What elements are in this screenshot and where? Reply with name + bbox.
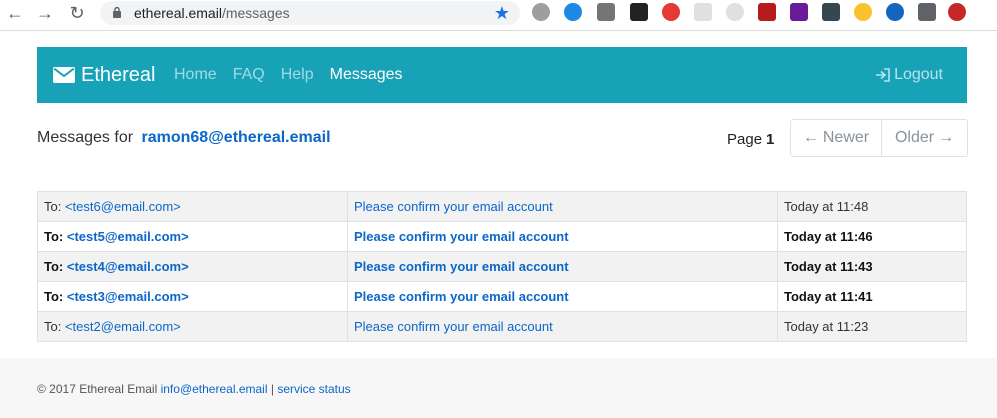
time-cell: Today at 11:43 xyxy=(777,251,967,282)
brand-name: Ethereal xyxy=(81,63,156,86)
subject-cell: Please confirm your email account xyxy=(347,191,778,222)
to-label: To: xyxy=(44,229,64,244)
footer-separator: | xyxy=(270,382,274,396)
service-status-link[interactable]: service status xyxy=(277,382,350,396)
recipient-cell: To: <test2@email.com> xyxy=(37,311,348,342)
arrow-left-icon: ← xyxy=(802,129,819,146)
nav-home[interactable]: Home xyxy=(174,66,217,84)
subject-cell: Please confirm your email account xyxy=(347,221,778,252)
extension-icon[interactable] xyxy=(726,3,744,21)
extension-icon[interactable] xyxy=(564,3,582,21)
table-row[interactable]: To: <test3@email.com> Please confirm you… xyxy=(37,281,967,312)
page-label: Page xyxy=(727,131,763,148)
url-text: ethereal.email/messages xyxy=(134,5,290,21)
extension-icon[interactable] xyxy=(886,3,904,21)
table-row[interactable]: To: <test4@email.com> Please confirm you… xyxy=(37,251,967,282)
to-label: To: xyxy=(44,319,62,334)
arrow-right-icon: → xyxy=(938,129,955,146)
older-label: Older xyxy=(894,129,935,146)
contact-email-link[interactable]: info@ethereal.email xyxy=(161,382,268,396)
copyright: © 2017 Ethereal Email xyxy=(37,382,158,396)
time-cell: Today at 11:48 xyxy=(777,191,967,222)
account-email[interactable]: ramon68@ethereal.email xyxy=(142,129,331,146)
older-button[interactable]: Older → xyxy=(882,120,967,156)
extension-icon[interactable] xyxy=(790,3,808,21)
nav-messages[interactable]: Messages xyxy=(330,66,403,84)
to-label: To: xyxy=(44,289,64,304)
recipient-link[interactable]: <test5@email.com> xyxy=(67,229,189,244)
recipient-link[interactable]: <test3@email.com> xyxy=(67,289,189,304)
messages-table: To: <test6@email.com> Please confirm you… xyxy=(37,191,967,342)
footer-text: © 2017 Ethereal Email info@ethereal.emai… xyxy=(37,382,351,396)
logout-icon xyxy=(876,68,890,82)
newer-label: Newer xyxy=(822,129,870,146)
recipient-cell: To: <test4@email.com> xyxy=(37,251,348,282)
subject-link[interactable]: Please confirm your email account xyxy=(354,199,553,214)
back-icon[interactable]: ← xyxy=(4,2,26,24)
adblock-icon[interactable] xyxy=(662,3,680,21)
time-cell: Today at 11:23 xyxy=(777,311,967,342)
recipient-link[interactable]: <test4@email.com> xyxy=(67,259,189,274)
nav-links: Home FAQ Help Messages xyxy=(174,47,419,103)
time-cell: Today at 11:46 xyxy=(777,221,967,252)
table-row[interactable]: To: <test6@email.com> Please confirm you… xyxy=(37,191,967,222)
recipient-cell: To: <test6@email.com> xyxy=(37,191,348,222)
extension-icon[interactable] xyxy=(532,3,550,21)
reload-icon[interactable]: ↻ xyxy=(66,2,88,24)
subject-cell: Please confirm your email account xyxy=(347,281,778,312)
subject-link[interactable]: Please confirm your email account xyxy=(354,229,569,244)
extension-icon[interactable] xyxy=(854,3,872,21)
nav-faq[interactable]: FAQ xyxy=(233,66,265,84)
recipient-link[interactable]: <test6@email.com> xyxy=(65,199,181,214)
extension-icon[interactable] xyxy=(694,3,712,21)
subject-cell: Please confirm your email account xyxy=(347,311,778,342)
subject-link[interactable]: Please confirm your email account xyxy=(354,289,569,304)
subject-link[interactable]: Please confirm your email account xyxy=(354,319,553,334)
envelope-icon xyxy=(53,67,75,83)
camera-icon[interactable] xyxy=(597,3,615,21)
bookmark-star-icon[interactable]: ★ xyxy=(494,2,510,24)
footer: © 2017 Ethereal Email info@ethereal.emai… xyxy=(0,358,997,418)
avatar[interactable] xyxy=(948,3,966,21)
lock-icon xyxy=(113,6,121,18)
table-row[interactable]: To: <test2@email.com> Please confirm you… xyxy=(37,311,967,342)
pdf-icon[interactable] xyxy=(758,3,776,21)
recipient-link[interactable]: <test2@email.com> xyxy=(65,319,181,334)
recipient-cell: To: <test3@email.com> xyxy=(37,281,348,312)
page-number: 1 xyxy=(766,131,775,148)
newer-button[interactable]: ← Newer xyxy=(791,120,882,156)
address-bar[interactable]: ethereal.email/messages ★ xyxy=(100,1,520,25)
subject-link[interactable]: Please confirm your email account xyxy=(354,259,569,274)
browser-toolbar: ← → ↻ ethereal.email/messages ★ xyxy=(0,0,997,31)
table-row[interactable]: To: <test5@email.com> Please confirm you… xyxy=(37,221,967,252)
brand[interactable]: Ethereal xyxy=(53,47,156,103)
to-label: To: xyxy=(44,259,64,274)
time-cell: Today at 11:41 xyxy=(777,281,967,312)
logout-button[interactable]: Logout xyxy=(875,47,943,103)
top-navbar: Ethereal Home FAQ Help Messages Logout xyxy=(37,47,967,103)
pager: ← Newer Older → xyxy=(790,119,968,157)
monitor-icon[interactable] xyxy=(822,3,840,21)
to-label: To: xyxy=(44,199,62,214)
page-indicator: Page 1 xyxy=(727,131,774,148)
nav-help[interactable]: Help xyxy=(281,66,314,84)
messages-heading: Messages for ramon68@ethereal.email xyxy=(37,129,331,147)
github-icon[interactable] xyxy=(630,3,648,21)
subject-cell: Please confirm your email account xyxy=(347,251,778,282)
recipient-cell: To: <test5@email.com> xyxy=(37,221,348,252)
messages-for-label: Messages for xyxy=(37,129,134,146)
puzzle-icon[interactable] xyxy=(918,3,936,21)
forward-icon[interactable]: → xyxy=(34,2,56,24)
logout-label: Logout xyxy=(894,66,943,83)
